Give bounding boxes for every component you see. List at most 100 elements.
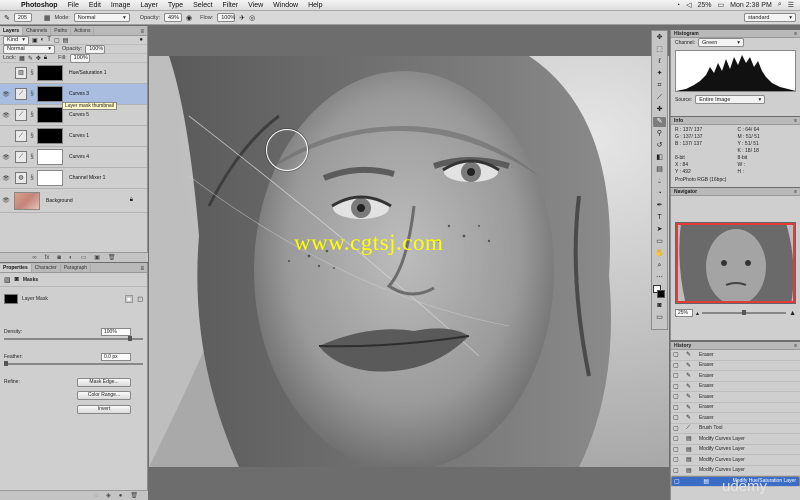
brush-preset-picker[interactable]: 205 (13, 13, 32, 22)
panel-menu-icon[interactable]: ≡ (140, 29, 147, 35)
layer-mask-thumbnail[interactable] (37, 149, 63, 165)
color-range-button[interactable]: Color Range... (77, 390, 131, 400)
toggle-mask-icon[interactable]: ● (119, 493, 123, 499)
tab-actions[interactable]: Actions (71, 27, 95, 35)
history-item[interactable]: ▢ ✎ Eraser (671, 382, 800, 392)
load-selection-icon[interactable]: ◌ (95, 493, 99, 499)
brush-tool-icon[interactable]: ✎ (653, 117, 666, 127)
history-item[interactable]: ▢ ✎ Eraser (671, 361, 800, 371)
checkbox-icon[interactable]: ▢ (673, 351, 683, 358)
layer-row[interactable]: 👁︎ ◍ § Channel Mixer 1 (0, 168, 147, 189)
battery-text[interactable]: 25% (698, 2, 712, 9)
history-item[interactable]: ▢ ▤ Modify Curves Layer (671, 466, 800, 476)
navigator-title[interactable]: Navigator (674, 188, 697, 195)
layer-name[interactable]: Curves 1 (69, 133, 89, 139)
navigator-thumbnail[interactable] (675, 222, 796, 304)
layer-row[interactable]: ⟋ § Curves 1 (0, 126, 147, 147)
quick-select-tool-icon[interactable]: ✦ (653, 69, 666, 79)
more-tools-icon[interactable]: ⋯ (653, 273, 666, 283)
layer-name[interactable]: Curves 4 (69, 154, 89, 160)
menu-layer[interactable]: Layer (135, 2, 163, 9)
layer-name[interactable]: Channel Mixer 1 (69, 175, 105, 181)
history-item[interactable]: ▢ ✎ Eraser (671, 371, 800, 382)
eyedropper-tool-icon[interactable]: ⟋ (653, 93, 666, 103)
pressure-opacity-icon[interactable]: ◉ (186, 14, 192, 22)
trash-icon[interactable]: 🗑︎ (108, 254, 116, 261)
histogram-title[interactable]: Histogram (674, 30, 699, 37)
new-layer-icon[interactable]: ▣ (94, 254, 100, 261)
eye-icon[interactable]: 👁︎ (0, 112, 12, 119)
eye-icon[interactable]: 👁︎ (0, 175, 12, 182)
checkbox-icon[interactable]: ▢ (673, 372, 683, 379)
spot-healing-tool-icon[interactable]: ✚ (653, 105, 666, 115)
tab-layers[interactable]: Layers (0, 27, 24, 35)
mode-select[interactable]: Normal ▾ (73, 13, 130, 22)
link-icon[interactable]: § (27, 91, 37, 97)
navigator-view-box[interactable] (676, 223, 795, 303)
checkbox-icon[interactable]: ▢ (673, 383, 683, 390)
fill-field[interactable]: 100% (69, 53, 90, 63)
color-swatches[interactable] (653, 285, 666, 299)
lasso-tool-icon[interactable]: ℓ (653, 57, 666, 67)
link-icon[interactable]: § (27, 112, 37, 118)
checkbox-icon[interactable]: ▢ (673, 414, 683, 421)
layer-row-selected[interactable]: 👁︎ ⟋ § Curves 3 Layer mask thumbnail (0, 84, 147, 110)
battery-icon[interactable]: ▭ (718, 1, 725, 9)
gradient-tool-icon[interactable]: ▤ (653, 165, 666, 175)
checkbox-icon[interactable]: ▢ (673, 425, 683, 432)
clone-stamp-tool-icon[interactable]: ⚲ (653, 129, 666, 139)
checkbox-icon[interactable]: ▢ (673, 404, 683, 411)
density-slider[interactable] (4, 336, 143, 341)
link-layers-icon[interactable]: ∞ (32, 255, 36, 261)
zoom-tool-icon[interactable]: ⌕ (653, 261, 666, 271)
new-adjustment-icon[interactable]: ◐ (69, 255, 73, 261)
tab-paragraph[interactable]: Paragraph (61, 264, 92, 272)
checkbox-icon[interactable]: ▢ (673, 456, 683, 463)
lock-pixels-icon[interactable]: ✎ (28, 55, 33, 62)
checkbox-icon[interactable]: ▢ (673, 435, 683, 442)
history-item[interactable]: ▢ ▤ Modify Curves Layer (671, 434, 800, 445)
lock-position-icon[interactable]: ✥ (36, 55, 41, 62)
history-item[interactable]: ▢ ▤ Modify Curves Layer (671, 445, 800, 455)
feather-field[interactable]: 0.0 px (101, 352, 131, 361)
brush-panel-icon[interactable]: ▦ (44, 14, 51, 22)
background-color-swatch[interactable] (657, 290, 665, 298)
tool-preset-icon[interactable]: ✎ (4, 14, 10, 22)
history-item[interactable]: ▢ ▤ Modify Curves Layer (671, 455, 800, 466)
eye-icon[interactable]: 👁︎ (0, 197, 12, 204)
eye-icon[interactable]: 👁︎ (0, 91, 12, 98)
layer-mask-thumbnail[interactable] (37, 170, 63, 186)
notification-icon[interactable]: ☰ (788, 1, 794, 9)
slider-knob[interactable] (4, 361, 8, 366)
path-selection-tool-icon[interactable]: ➤ (653, 225, 666, 235)
move-tool-icon[interactable]: ✥ (653, 33, 666, 43)
workspace-select[interactable]: standard ▾ (744, 13, 796, 22)
tab-properties[interactable]: Properties (0, 264, 32, 272)
layer-name[interactable]: Background (46, 198, 73, 204)
blur-tool-icon[interactable]: 💧︎ (653, 177, 666, 187)
hand-tool-icon[interactable]: ✋ (653, 249, 666, 259)
density-field[interactable]: 100% (101, 327, 131, 336)
layer-row[interactable]: 👁︎ ⟋ § Curves 4 (0, 147, 147, 168)
pen-tool-icon[interactable]: ✒ (653, 201, 666, 211)
panel-menu-icon[interactable]: ≡ (794, 188, 797, 195)
source-select[interactable]: Entire Image ▾ (695, 95, 766, 104)
link-icon[interactable]: § (27, 175, 37, 181)
layer-opacity-field[interactable]: 100% (85, 44, 106, 54)
layer-mask-thumbnail[interactable] (37, 65, 63, 81)
link-icon[interactable]: § (27, 154, 37, 160)
filter-kind-select[interactable]: Kind ▾ (3, 35, 29, 45)
background-thumbnail[interactable] (14, 191, 40, 210)
eye-icon[interactable]: 👁︎ (0, 154, 12, 161)
layer-row[interactable]: ▥ § Hue/Saturation 1 (0, 63, 147, 84)
info-title[interactable]: Info (674, 117, 683, 124)
zoom-slider[interactable] (702, 310, 787, 315)
checkbox-icon[interactable]: ▢ (673, 467, 683, 474)
add-vector-mask-icon[interactable]: ◻ (137, 295, 143, 303)
history-item[interactable]: ▢ ✎ Eraser (671, 392, 800, 403)
marquee-tool-icon[interactable]: ⬚ (653, 45, 666, 55)
feather-slider[interactable] (4, 361, 143, 366)
menu-app[interactable]: Photoshop (16, 2, 63, 9)
blend-mode-select[interactable]: Normal ▾ (3, 44, 55, 54)
zoom-out-icon[interactable]: ▴ (696, 310, 699, 317)
